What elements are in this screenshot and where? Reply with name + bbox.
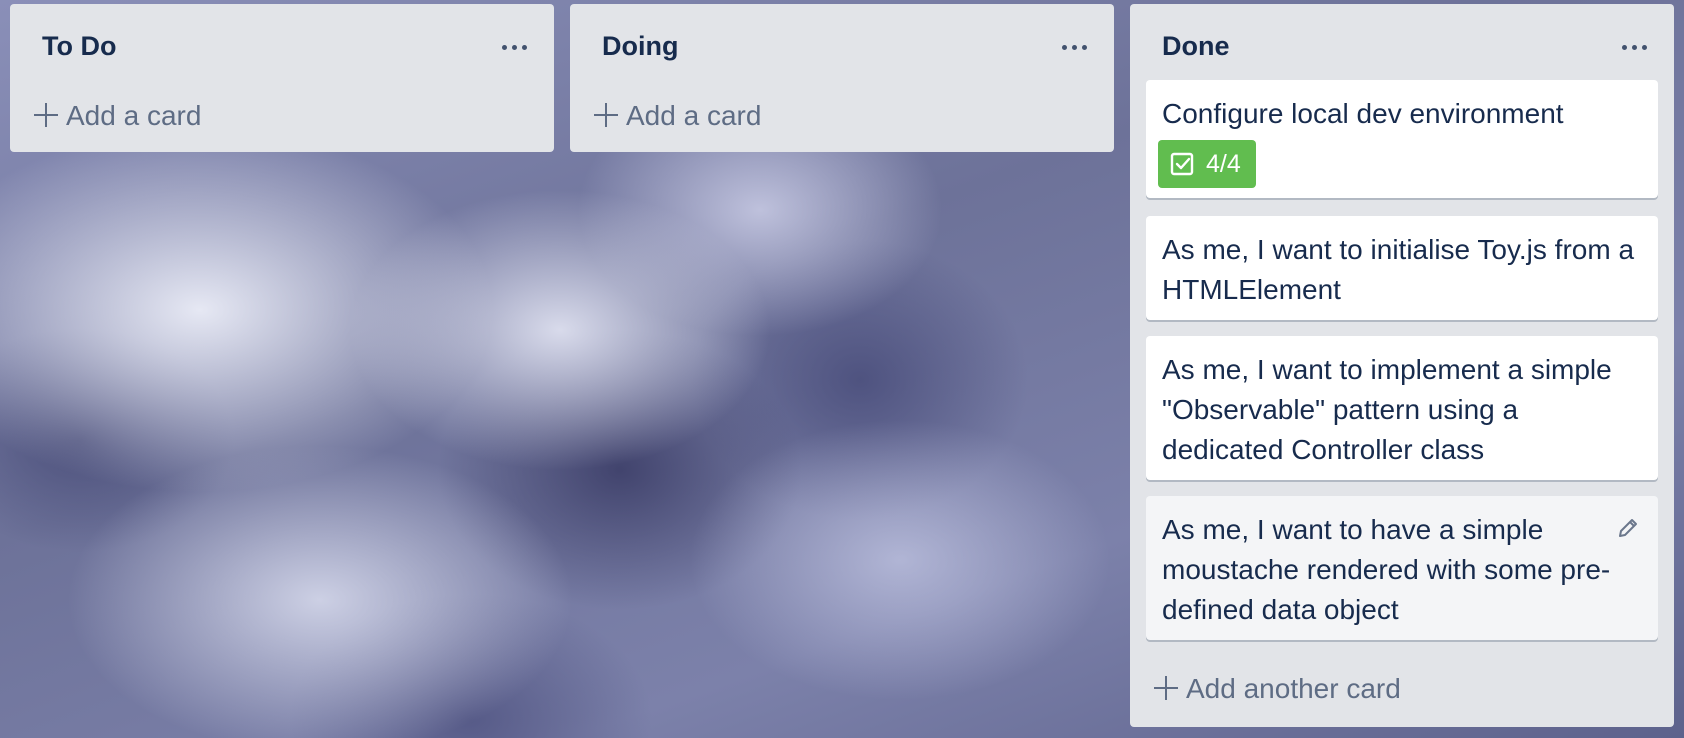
add-another-card-label: Add another card — [1186, 673, 1401, 704]
add-card-label: Add a card — [626, 100, 762, 131]
board: To Do Add a card Doing Add a card Done C… — [0, 0, 1684, 738]
card-title: Configure local dev environment — [1162, 98, 1564, 129]
list-title[interactable]: Doing — [602, 31, 678, 62]
add-card-button[interactable]: Add a card — [10, 84, 554, 152]
list-title[interactable]: Done — [1162, 31, 1230, 62]
ellipsis-icon[interactable] — [1060, 32, 1090, 62]
plus-icon — [34, 103, 58, 127]
list-done: Done Configure local dev environment 4/4… — [1130, 4, 1674, 727]
add-card-label: Add a card — [66, 100, 202, 131]
card-title: As me, I want to implement a simple "Obs… — [1162, 354, 1612, 465]
ellipsis-icon[interactable] — [500, 32, 530, 62]
checklist-badge: 4/4 — [1158, 140, 1256, 188]
plus-icon — [594, 103, 618, 127]
pencil-icon[interactable] — [1616, 516, 1640, 540]
checkbox-icon — [1170, 152, 1194, 176]
ellipsis-icon[interactable] — [1620, 32, 1650, 62]
list-title[interactable]: To Do — [42, 31, 116, 62]
list-to-do: To Do Add a card — [10, 4, 554, 152]
add-another-card-button[interactable]: Add another card — [1130, 658, 1674, 722]
list-header: Doing — [570, 4, 1114, 84]
add-card-button[interactable]: Add a card — [570, 84, 1114, 152]
list-header: Done — [1130, 4, 1674, 84]
card-title: As me, I want to initialise Toy.js from … — [1162, 234, 1635, 305]
card-configure-dev-env[interactable]: Configure local dev environment 4/4 — [1146, 80, 1658, 198]
list-header: To Do — [10, 4, 554, 84]
card-initialise-toy[interactable]: As me, I want to initialise Toy.js from … — [1146, 216, 1658, 320]
card-observable-pattern[interactable]: As me, I want to implement a simple "Obs… — [1146, 336, 1658, 480]
list-doing: Doing Add a card — [570, 4, 1114, 152]
card-moustache-render[interactable]: As me, I want to have a simple moustache… — [1146, 496, 1658, 640]
checklist-count: 4/4 — [1206, 150, 1241, 178]
card-title: As me, I want to have a simple moustache… — [1162, 514, 1611, 625]
plus-icon — [1154, 676, 1178, 700]
